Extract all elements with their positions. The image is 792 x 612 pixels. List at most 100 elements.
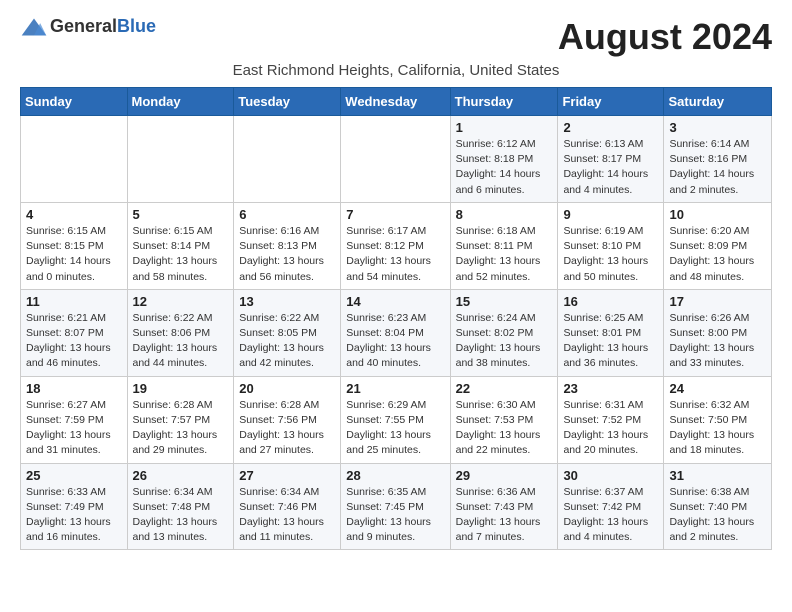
day-number: 6 — [239, 207, 335, 222]
weekday-header-row: SundayMondayTuesdayWednesdayThursdayFrid… — [21, 88, 772, 116]
weekday-header-friday: Friday — [558, 88, 664, 116]
calendar-cell: 3Sunrise: 6:14 AM Sunset: 8:16 PM Daylig… — [664, 116, 772, 203]
calendar-cell: 25 Sunrise: 6:33 AM Sunset: 7:49 PM Dayli… — [21, 463, 128, 550]
day-number: 21 — [346, 381, 444, 396]
calendar-week-3: 11 Sunrise: 6:21 AM Sunset: 8:07 PM Dayli… — [21, 289, 772, 376]
day-number: 1 — [456, 120, 553, 135]
day-info: Sunrise: 6:12 AM Sunset: 8:18 PM Dayligh… — [456, 137, 553, 198]
calendar-cell: 15Sunrise: 6:24 AM Sunset: 8:02 PM Dayli… — [450, 289, 558, 376]
day-number: 11 — [26, 294, 122, 309]
calendar-cell: 17 Sunrise: 6:26 AM Sunset: 8:00 PM Dayli… — [664, 289, 772, 376]
day-number: 17 — [669, 294, 766, 309]
day-info: Sunrise: 6:16 AM Sunset: 8:13 PM Dayligh… — [239, 224, 335, 285]
day-number: 16 — [563, 294, 658, 309]
day-number: 24 — [669, 381, 766, 396]
day-number: 19 — [133, 381, 229, 396]
calendar-cell: 27 Sunrise: 6:34 AM Sunset: 7:46 PM Dayli… — [234, 463, 341, 550]
day-number: 10 — [669, 207, 766, 222]
day-number: 20 — [239, 381, 335, 396]
calendar-cell: 22Sunrise: 6:30 AM Sunset: 7:53 PM Dayli… — [450, 376, 558, 463]
calendar-cell: 7 Sunrise: 6:17 AM Sunset: 8:12 PM Daylig… — [341, 202, 450, 289]
day-info: Sunrise: 6:24 AM Sunset: 8:02 PM Dayligh… — [456, 311, 553, 372]
calendar-cell: 6 Sunrise: 6:16 AM Sunset: 8:13 PM Daylig… — [234, 202, 341, 289]
day-info: Sunrise: 6:25 AM Sunset: 8:01 PM Dayligh… — [563, 311, 658, 372]
subtitle: East Richmond Heights, California, Unite… — [20, 62, 772, 79]
calendar-cell: 28Sunrise: 6:35 AM Sunset: 7:45 PM Dayli… — [341, 463, 450, 550]
logo-blue: Blue — [117, 16, 156, 36]
day-info: Sunrise: 6:28 AM Sunset: 7:57 PM Dayligh… — [133, 398, 229, 459]
calendar-cell: 18 Sunrise: 6:27 AM Sunset: 7:59 PM Dayli… — [21, 376, 128, 463]
calendar-cell: 12 Sunrise: 6:22 AM Sunset: 8:06 PM Dayli… — [127, 289, 234, 376]
logo-general: General — [50, 16, 117, 36]
day-info: Sunrise: 6:33 AM Sunset: 7:49 PM Dayligh… — [26, 485, 122, 546]
day-info: Sunrise: 6:32 AM Sunset: 7:50 PM Dayligh… — [669, 398, 766, 459]
day-info: Sunrise: 6:18 AM Sunset: 8:11 PM Dayligh… — [456, 224, 553, 285]
day-info: Sunrise: 6:21 AM Sunset: 8:07 PM Dayligh… — [26, 311, 122, 372]
calendar-week-4: 18 Sunrise: 6:27 AM Sunset: 7:59 PM Dayli… — [21, 376, 772, 463]
day-number: 7 — [346, 207, 444, 222]
calendar-cell: 9Sunrise: 6:19 AM Sunset: 8:10 PM Daylig… — [558, 202, 664, 289]
day-info: Sunrise: 6:36 AM Sunset: 7:43 PM Dayligh… — [456, 485, 553, 546]
day-number: 30 — [563, 468, 658, 483]
weekday-header-monday: Monday — [127, 88, 234, 116]
header: GeneralBlue August 2024 — [20, 16, 772, 58]
calendar-cell — [341, 116, 450, 203]
calendar-cell: 8 Sunrise: 6:18 AM Sunset: 8:11 PM Daylig… — [450, 202, 558, 289]
calendar-cell: 26Sunrise: 6:34 AM Sunset: 7:48 PM Dayli… — [127, 463, 234, 550]
calendar-cell: 2 Sunrise: 6:13 AM Sunset: 8:17 PM Daylig… — [558, 116, 664, 203]
day-number: 22 — [456, 381, 553, 396]
calendar-cell: 4 Sunrise: 6:15 AM Sunset: 8:15 PM Daylig… — [21, 202, 128, 289]
calendar-cell: 29 Sunrise: 6:36 AM Sunset: 7:43 PM Dayli… — [450, 463, 558, 550]
calendar-cell: 14Sunrise: 6:23 AM Sunset: 8:04 PM Dayli… — [341, 289, 450, 376]
day-info: Sunrise: 6:26 AM Sunset: 8:00 PM Dayligh… — [669, 311, 766, 372]
day-number: 14 — [346, 294, 444, 309]
logo: GeneralBlue — [20, 16, 156, 37]
calendar-cell: 10 Sunrise: 6:20 AM Sunset: 8:09 PM Dayli… — [664, 202, 772, 289]
day-number: 2 — [563, 120, 658, 135]
day-number: 9 — [563, 207, 658, 222]
day-info: Sunrise: 6:37 AM Sunset: 7:42 PM Dayligh… — [563, 485, 658, 546]
calendar-cell: 16 Sunrise: 6:25 AM Sunset: 8:01 PM Dayli… — [558, 289, 664, 376]
calendar-cell — [21, 116, 128, 203]
day-number: 31 — [669, 468, 766, 483]
day-number: 4 — [26, 207, 122, 222]
calendar-cell: 1 Sunrise: 6:12 AM Sunset: 8:18 PM Daylig… — [450, 116, 558, 203]
day-number: 5 — [133, 207, 229, 222]
day-info: Sunrise: 6:13 AM Sunset: 8:17 PM Dayligh… — [563, 137, 658, 198]
day-number: 18 — [26, 381, 122, 396]
weekday-header-thursday: Thursday — [450, 88, 558, 116]
weekday-header-saturday: Saturday — [664, 88, 772, 116]
month-title: August 2024 — [558, 16, 772, 58]
calendar-table: SundayMondayTuesdayWednesdayThursdayFrid… — [20, 87, 772, 550]
calendar-cell: 20Sunrise: 6:28 AM Sunset: 7:56 PM Dayli… — [234, 376, 341, 463]
day-info: Sunrise: 6:22 AM Sunset: 8:05 PM Dayligh… — [239, 311, 335, 372]
day-info: Sunrise: 6:27 AM Sunset: 7:59 PM Dayligh… — [26, 398, 122, 459]
calendar-cell: 11 Sunrise: 6:21 AM Sunset: 8:07 PM Dayli… — [21, 289, 128, 376]
calendar-cell: 30 Sunrise: 6:37 AM Sunset: 7:42 PM Dayli… — [558, 463, 664, 550]
day-info: Sunrise: 6:20 AM Sunset: 8:09 PM Dayligh… — [669, 224, 766, 285]
day-info: Sunrise: 6:34 AM Sunset: 7:46 PM Dayligh… — [239, 485, 335, 546]
day-number: 12 — [133, 294, 229, 309]
day-number: 29 — [456, 468, 553, 483]
logo-icon — [20, 17, 48, 37]
calendar-cell: 19 Sunrise: 6:28 AM Sunset: 7:57 PM Dayli… — [127, 376, 234, 463]
calendar-cell — [234, 116, 341, 203]
calendar-cell — [127, 116, 234, 203]
day-info: Sunrise: 6:34 AM Sunset: 7:48 PM Dayligh… — [133, 485, 229, 546]
day-info: Sunrise: 6:22 AM Sunset: 8:06 PM Dayligh… — [133, 311, 229, 372]
day-number: 13 — [239, 294, 335, 309]
calendar-week-5: 25 Sunrise: 6:33 AM Sunset: 7:49 PM Dayli… — [21, 463, 772, 550]
day-number: 27 — [239, 468, 335, 483]
day-info: Sunrise: 6:31 AM Sunset: 7:52 PM Dayligh… — [563, 398, 658, 459]
calendar-week-1: 1 Sunrise: 6:12 AM Sunset: 8:18 PM Daylig… — [21, 116, 772, 203]
day-number: 8 — [456, 207, 553, 222]
calendar-cell: 5Sunrise: 6:15 AM Sunset: 8:14 PM Daylig… — [127, 202, 234, 289]
calendar-cell: 24 Sunrise: 6:32 AM Sunset: 7:50 PM Dayli… — [664, 376, 772, 463]
weekday-header-sunday: Sunday — [21, 88, 128, 116]
day-number: 25 — [26, 468, 122, 483]
day-info: Sunrise: 6:38 AM Sunset: 7:40 PM Dayligh… — [669, 485, 766, 546]
day-info: Sunrise: 6:35 AM Sunset: 7:45 PM Dayligh… — [346, 485, 444, 546]
day-info: Sunrise: 6:17 AM Sunset: 8:12 PM Dayligh… — [346, 224, 444, 285]
calendar-cell: 31 Sunrise: 6:38 AM Sunset: 7:40 PM Dayli… — [664, 463, 772, 550]
day-info: Sunrise: 6:15 AM Sunset: 8:15 PM Dayligh… — [26, 224, 122, 285]
